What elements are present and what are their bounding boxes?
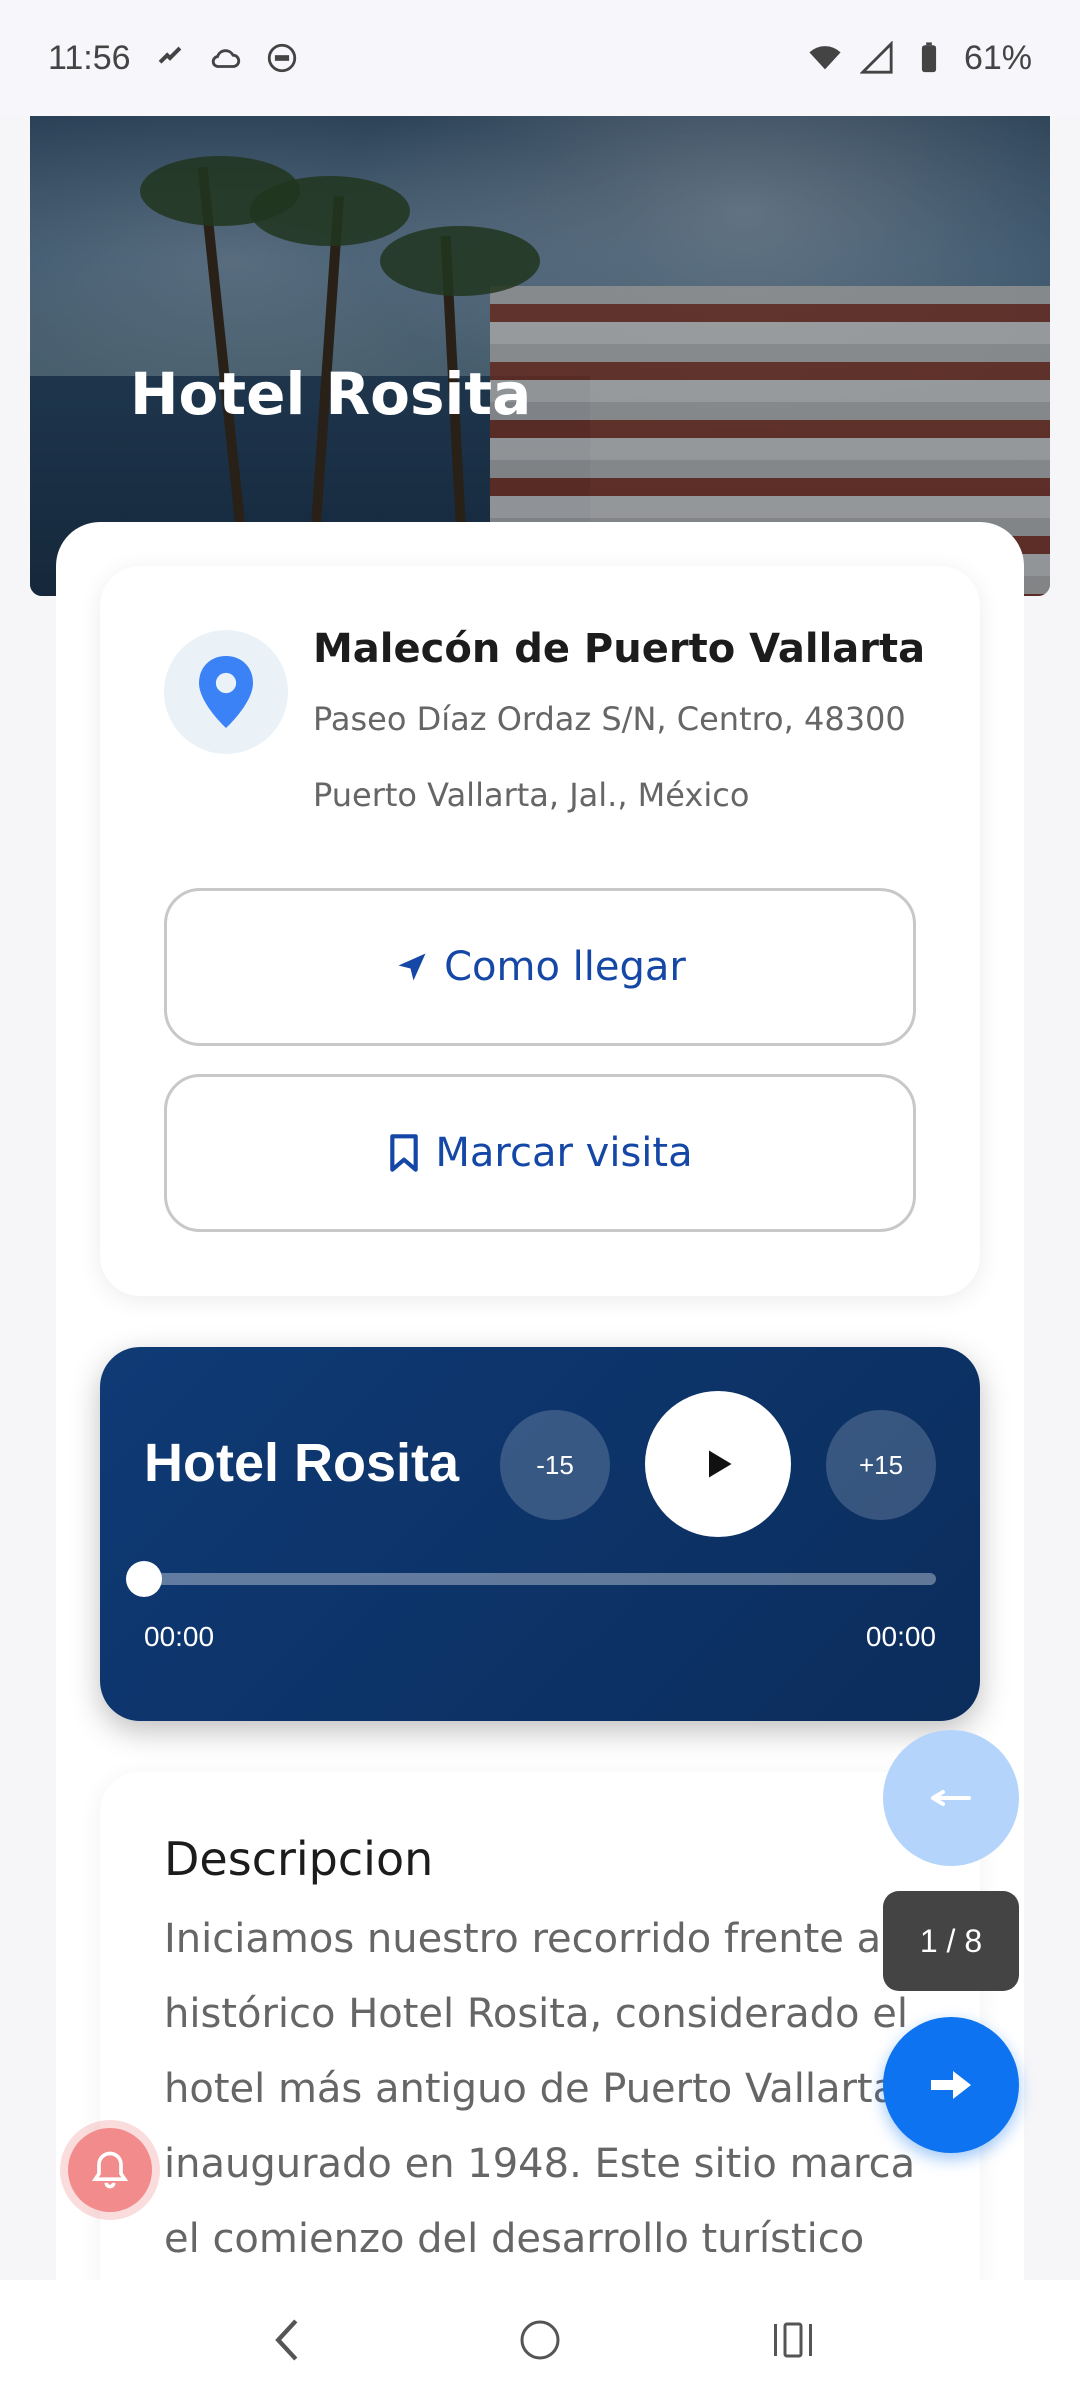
home-circle-icon (520, 2320, 560, 2360)
current-time: 00:00 (144, 1621, 215, 1652)
progress-slider[interactable] (126, 1561, 936, 1597)
description-title: Descripcion (164, 1832, 434, 1886)
bookmark-icon (390, 1134, 419, 1172)
location-address-line1: Paseo Díaz Ordaz S/N, Centro, 48300 (313, 700, 906, 738)
player-title: Hotel Rosita (144, 1433, 460, 1493)
recents-icon (774, 2322, 813, 2358)
progress-thumb[interactable] (126, 1561, 162, 1597)
battery-percent: 61% (963, 38, 1032, 77)
wifi-icon (809, 46, 841, 70)
mark-visit-button[interactable]: Marcar visita (164, 1074, 916, 1232)
bell-icon (91, 2151, 129, 2189)
audio-player: Hotel Rosita -15 +15 00:00 00:00 (100, 1347, 980, 1721)
battery-icon (921, 42, 937, 73)
status-time: 11:56 (48, 38, 131, 77)
nav-recents-button[interactable] (763, 2310, 823, 2370)
previous-stop-button[interactable] (883, 1730, 1019, 1866)
skip-back-button[interactable]: -15 (500, 1410, 610, 1520)
directions-button[interactable]: Como llegar (164, 888, 916, 1046)
next-stop-button[interactable] (883, 2017, 1019, 2153)
mark-visit-label: Marcar visita (435, 1130, 693, 1176)
skip-forward-label: +15 (858, 1449, 904, 1480)
status-bar: 11:56 61% (0, 0, 1080, 116)
arrow-right-icon (931, 2071, 971, 2099)
play-icon (709, 1450, 732, 1478)
status-right: 61% (808, 39, 1032, 78)
system-nav-bar (0, 2280, 1080, 2400)
skip-forward-button[interactable]: +15 (826, 1410, 936, 1520)
page-counter: 1 / 8 (883, 1891, 1019, 1991)
cloud-icon (211, 49, 240, 68)
location-card: Malecón de Puerto Vallarta Paseo Díaz Or… (100, 566, 980, 1296)
notification-bubble[interactable] (68, 2128, 152, 2212)
signal-icon (859, 41, 893, 74)
play-button[interactable] (645, 1391, 791, 1537)
skip-back-label: -15 (536, 1449, 574, 1480)
directions-label: Como llegar (444, 944, 686, 990)
description-card: Descripcion Iniciamos nuestro recorrido … (100, 1772, 980, 2292)
arrow-left-icon (931, 1790, 971, 1806)
navigation-arrow-icon (398, 953, 426, 981)
location-address-line2: Puerto Vallarta, Jal., México (313, 776, 750, 814)
total-time: 00:00 (865, 1621, 936, 1652)
hero-title: Hotel Rosita (130, 360, 532, 428)
media-icon (267, 43, 296, 73)
map-pin-icon (199, 656, 253, 728)
chevron-left-icon (274, 2319, 298, 2361)
location-title: Malecón de Puerto Vallarta (313, 626, 926, 672)
nav-back-button[interactable] (257, 2310, 317, 2370)
description-text: Iniciamos nuestro recorrido frente al hi… (164, 1916, 916, 2262)
status-left: 11:56 (48, 39, 299, 78)
location-pin-badge (164, 630, 288, 754)
nav-home-button[interactable] (510, 2310, 570, 2370)
tiktok-icon (158, 46, 181, 64)
